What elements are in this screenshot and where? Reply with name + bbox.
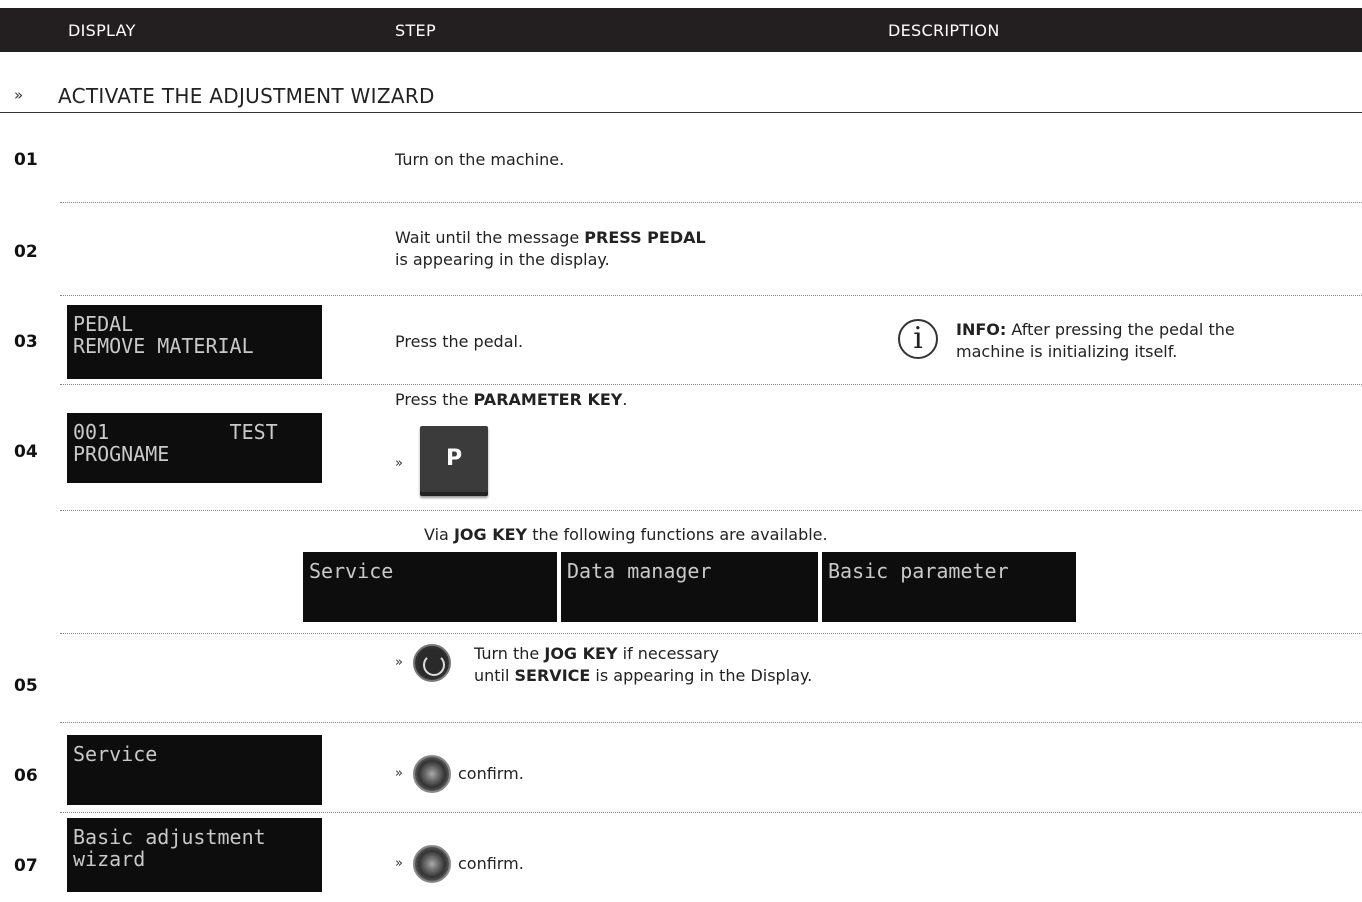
step-number: 07: [14, 856, 38, 876]
lcd-display: Basic adjustment wizard: [67, 818, 322, 892]
step-number: 02: [14, 242, 38, 262]
divider: [60, 722, 1362, 723]
step-text: Press the PARAMETER KEY.: [395, 390, 628, 409]
header-description: DESCRIPTION: [888, 21, 1000, 40]
parameter-key-button[interactable]: P: [420, 426, 488, 496]
info-icon: i: [898, 319, 938, 359]
step-text: Press the pedal.: [395, 332, 524, 351]
lcd-option-service: Service: [303, 552, 557, 622]
section-divider: [0, 112, 1362, 113]
section-marker: »: [14, 86, 24, 104]
step-text: confirm.: [458, 854, 524, 873]
divider: [60, 295, 1362, 296]
step-text: confirm.: [458, 764, 524, 783]
divider: [60, 633, 1362, 634]
step-number: 04: [14, 442, 38, 462]
arrow-marker: »: [395, 456, 403, 471]
arrow-marker: »: [395, 856, 403, 871]
section-title: ACTIVATE THE ADJUSTMENT WIZARD: [58, 84, 435, 108]
divider: [60, 510, 1362, 511]
header-display: DISPLAY: [68, 21, 136, 40]
lcd-option-data-manager: Data manager: [561, 552, 818, 622]
arrow-marker: »: [395, 766, 403, 781]
header-step: STEP: [395, 21, 436, 40]
step-number: 03: [14, 332, 38, 352]
lcd-display: Service: [67, 735, 322, 805]
step-text: Turn on the machine.: [395, 150, 565, 169]
step-number: 05: [14, 676, 38, 696]
step-number: 01: [14, 150, 38, 170]
lcd-option-basic-parameter: Basic parameter: [822, 552, 1076, 622]
divider: [60, 384, 1362, 385]
jog-info-text: Via JOG KEY the following functions are …: [424, 525, 828, 544]
step-text: Wait until the message PRESS PEDAL is app…: [395, 228, 706, 269]
lcd-display: 001 TEST PROGNAME: [67, 413, 322, 483]
jog-key-turn-icon[interactable]: [413, 644, 451, 682]
step-text: Turn the JOG KEY if necessary until SERV…: [474, 644, 813, 685]
lcd-display: PEDAL REMOVE MATERIAL: [67, 305, 322, 379]
table-header: DISPLAY STEP DESCRIPTION: [0, 8, 1362, 52]
divider: [60, 812, 1362, 813]
step-number: 06: [14, 766, 38, 786]
info-note: INFO: After pressing the pedal the machin…: [956, 320, 1235, 361]
arrow-marker: »: [395, 655, 403, 670]
jog-key-press-icon[interactable]: [413, 755, 451, 793]
divider: [60, 202, 1362, 203]
jog-key-press-icon[interactable]: [413, 845, 451, 883]
